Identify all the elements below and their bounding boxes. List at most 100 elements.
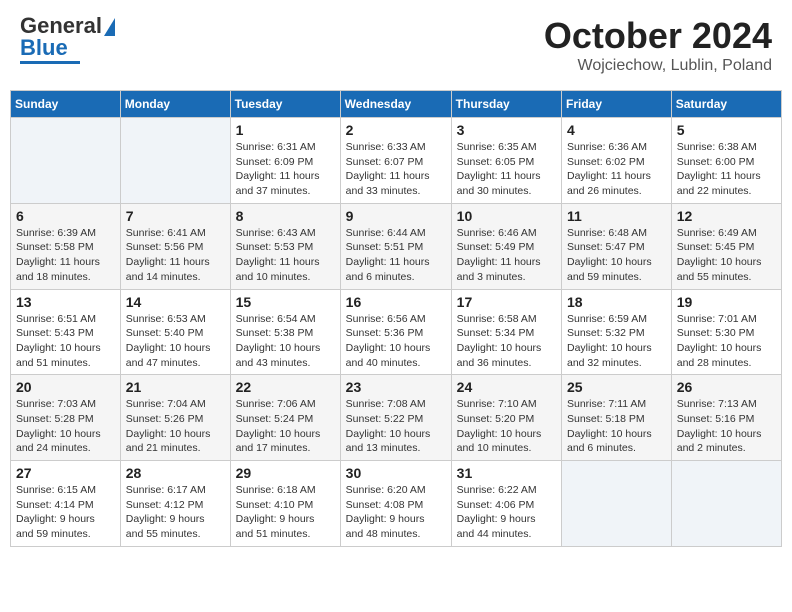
page-header: General Blue October 2024 Wojciechow, Lu…: [10, 10, 782, 80]
calendar-week-row: 13 Sunrise: 6:51 AM Sunset: 5:43 PM Dayli…: [11, 289, 782, 375]
calendar-cell: 20 Sunrise: 7:03 AM Sunset: 5:28 PM Dayli…: [11, 375, 121, 461]
calendar-cell: 19 Sunrise: 7:01 AM Sunset: 5:30 PM Dayli…: [671, 289, 781, 375]
day-info: Sunrise: 7:06 AM Sunset: 5:24 PM Dayligh…: [236, 397, 335, 456]
day-number: 11: [567, 208, 666, 224]
day-number: 18: [567, 294, 666, 310]
calendar-cell: 11 Sunrise: 6:48 AM Sunset: 5:47 PM Dayli…: [562, 203, 672, 289]
location-title: Wojciechow, Lublin, Poland: [544, 57, 772, 75]
day-number: 2: [346, 122, 446, 138]
calendar-cell: [120, 118, 230, 204]
weekday-header-wednesday: Wednesday: [340, 91, 451, 118]
calendar-week-row: 6Sunrise: 6:39 AM Sunset: 5:58 PM Daylig…: [11, 203, 782, 289]
day-info: Sunrise: 6:31 AM Sunset: 6:09 PM Dayligh…: [236, 140, 335, 199]
day-info: Sunrise: 6:44 AM Sunset: 5:51 PM Dayligh…: [346, 226, 446, 285]
day-number: 21: [126, 379, 225, 395]
day-info: Sunrise: 7:08 AM Sunset: 5:22 PM Dayligh…: [346, 397, 446, 456]
calendar-week-row: 1 Sunrise: 6:31 AM Sunset: 6:09 PM Daylig…: [11, 118, 782, 204]
day-info: Sunrise: 6:54 AM Sunset: 5:38 PM Dayligh…: [236, 312, 335, 371]
day-number: 25: [567, 379, 666, 395]
calendar-cell: 12 Sunrise: 6:49 AM Sunset: 5:45 PM Dayli…: [671, 203, 781, 289]
day-info: Sunrise: 6:51 AM Sunset: 5:43 PM Dayligh…: [16, 312, 115, 371]
day-number: 20: [16, 379, 115, 395]
day-number: 15: [236, 294, 335, 310]
calendar-cell: 6Sunrise: 6:39 AM Sunset: 5:58 PM Daylig…: [11, 203, 121, 289]
calendar-cell: 22 Sunrise: 7:06 AM Sunset: 5:24 PM Dayli…: [230, 375, 340, 461]
day-number: 12: [677, 208, 776, 224]
day-info: Sunrise: 6:53 AM Sunset: 5:40 PM Dayligh…: [126, 312, 225, 371]
day-number: 27: [16, 465, 115, 481]
day-info: Sunrise: 6:58 AM Sunset: 5:34 PM Dayligh…: [457, 312, 556, 371]
calendar-week-row: 20 Sunrise: 7:03 AM Sunset: 5:28 PM Dayli…: [11, 375, 782, 461]
day-number: 8: [236, 208, 335, 224]
day-info: Sunrise: 6:43 AM Sunset: 5:53 PM Dayligh…: [236, 226, 335, 285]
calendar-cell: 16 Sunrise: 6:56 AM Sunset: 5:36 PM Dayli…: [340, 289, 451, 375]
day-number: 5: [677, 122, 776, 138]
day-number: 10: [457, 208, 556, 224]
weekday-header-thursday: Thursday: [451, 91, 561, 118]
calendar-cell: 1 Sunrise: 6:31 AM Sunset: 6:09 PM Daylig…: [230, 118, 340, 204]
weekday-header-saturday: Saturday: [671, 91, 781, 118]
day-info: Sunrise: 6:38 AM Sunset: 6:00 PM Dayligh…: [677, 140, 776, 199]
calendar-cell: 21 Sunrise: 7:04 AM Sunset: 5:26 PM Dayli…: [120, 375, 230, 461]
calendar-cell: 5 Sunrise: 6:38 AM Sunset: 6:00 PM Daylig…: [671, 118, 781, 204]
day-info: Sunrise: 7:10 AM Sunset: 5:20 PM Dayligh…: [457, 397, 556, 456]
calendar-cell: 18Sunrise: 6:59 AM Sunset: 5:32 PM Dayli…: [562, 289, 672, 375]
day-info: Sunrise: 7:13 AM Sunset: 5:16 PM Dayligh…: [677, 397, 776, 456]
calendar-cell: 23 Sunrise: 7:08 AM Sunset: 5:22 PM Dayli…: [340, 375, 451, 461]
calendar-cell: 9Sunrise: 6:44 AM Sunset: 5:51 PM Daylig…: [340, 203, 451, 289]
day-info: Sunrise: 6:22 AM Sunset: 4:06 PM Dayligh…: [457, 483, 556, 542]
day-info: Sunrise: 6:46 AM Sunset: 5:49 PM Dayligh…: [457, 226, 556, 285]
day-number: 13: [16, 294, 115, 310]
day-info: Sunrise: 7:03 AM Sunset: 5:28 PM Dayligh…: [16, 397, 115, 456]
weekday-header-tuesday: Tuesday: [230, 91, 340, 118]
day-number: 29: [236, 465, 335, 481]
calendar-cell: 2Sunrise: 6:33 AM Sunset: 6:07 PM Daylig…: [340, 118, 451, 204]
calendar-cell: 14Sunrise: 6:53 AM Sunset: 5:40 PM Dayli…: [120, 289, 230, 375]
day-info: Sunrise: 6:48 AM Sunset: 5:47 PM Dayligh…: [567, 226, 666, 285]
calendar-cell: 8 Sunrise: 6:43 AM Sunset: 5:53 PM Daylig…: [230, 203, 340, 289]
day-info: Sunrise: 6:20 AM Sunset: 4:08 PM Dayligh…: [346, 483, 446, 542]
day-number: 3: [457, 122, 556, 138]
day-number: 17: [457, 294, 556, 310]
day-info: Sunrise: 6:49 AM Sunset: 5:45 PM Dayligh…: [677, 226, 776, 285]
day-number: 24: [457, 379, 556, 395]
day-number: 31: [457, 465, 556, 481]
calendar-cell: [562, 461, 672, 547]
calendar-week-row: 27Sunrise: 6:15 AM Sunset: 4:14 PM Dayli…: [11, 461, 782, 547]
day-number: 16: [346, 294, 446, 310]
calendar-cell: 10 Sunrise: 6:46 AM Sunset: 5:49 PM Dayli…: [451, 203, 561, 289]
day-number: 1: [236, 122, 335, 138]
day-info: Sunrise: 7:04 AM Sunset: 5:26 PM Dayligh…: [126, 397, 225, 456]
day-info: Sunrise: 7:11 AM Sunset: 5:18 PM Dayligh…: [567, 397, 666, 456]
calendar-cell: 28Sunrise: 6:17 AM Sunset: 4:12 PM Dayli…: [120, 461, 230, 547]
day-number: 28: [126, 465, 225, 481]
weekday-header-monday: Monday: [120, 91, 230, 118]
calendar-cell: 15 Sunrise: 6:54 AM Sunset: 5:38 PM Dayli…: [230, 289, 340, 375]
calendar-cell: 7Sunrise: 6:41 AM Sunset: 5:56 PM Daylig…: [120, 203, 230, 289]
calendar-cell: 3Sunrise: 6:35 AM Sunset: 6:05 PM Daylig…: [451, 118, 561, 204]
day-number: 23: [346, 379, 446, 395]
day-number: 19: [677, 294, 776, 310]
calendar-cell: 29 Sunrise: 6:18 AM Sunset: 4:10 PM Dayli…: [230, 461, 340, 547]
calendar-cell: 30Sunrise: 6:20 AM Sunset: 4:08 PM Dayli…: [340, 461, 451, 547]
day-info: Sunrise: 6:39 AM Sunset: 5:58 PM Dayligh…: [16, 226, 115, 285]
day-info: Sunrise: 6:36 AM Sunset: 6:02 PM Dayligh…: [567, 140, 666, 199]
day-number: 22: [236, 379, 335, 395]
calendar-cell: [11, 118, 121, 204]
calendar-cell: 26 Sunrise: 7:13 AM Sunset: 5:16 PM Dayli…: [671, 375, 781, 461]
weekday-header-row: SundayMondayTuesdayWednesdayThursdayFrid…: [11, 91, 782, 118]
day-info: Sunrise: 7:01 AM Sunset: 5:30 PM Dayligh…: [677, 312, 776, 371]
calendar-title-block: October 2024 Wojciechow, Lublin, Poland: [544, 15, 772, 75]
day-number: 26: [677, 379, 776, 395]
calendar-table: SundayMondayTuesdayWednesdayThursdayFrid…: [10, 90, 782, 547]
calendar-cell: 27Sunrise: 6:15 AM Sunset: 4:14 PM Dayli…: [11, 461, 121, 547]
day-number: 7: [126, 208, 225, 224]
calendar-cell: 17 Sunrise: 6:58 AM Sunset: 5:34 PM Dayli…: [451, 289, 561, 375]
weekday-header-friday: Friday: [562, 91, 672, 118]
day-info: Sunrise: 6:56 AM Sunset: 5:36 PM Dayligh…: [346, 312, 446, 371]
weekday-header-sunday: Sunday: [11, 91, 121, 118]
day-info: Sunrise: 6:18 AM Sunset: 4:10 PM Dayligh…: [236, 483, 335, 542]
calendar-cell: 31 Sunrise: 6:22 AM Sunset: 4:06 PM Dayli…: [451, 461, 561, 547]
logo-text2: Blue: [20, 37, 68, 59]
month-title: October 2024: [544, 15, 772, 57]
